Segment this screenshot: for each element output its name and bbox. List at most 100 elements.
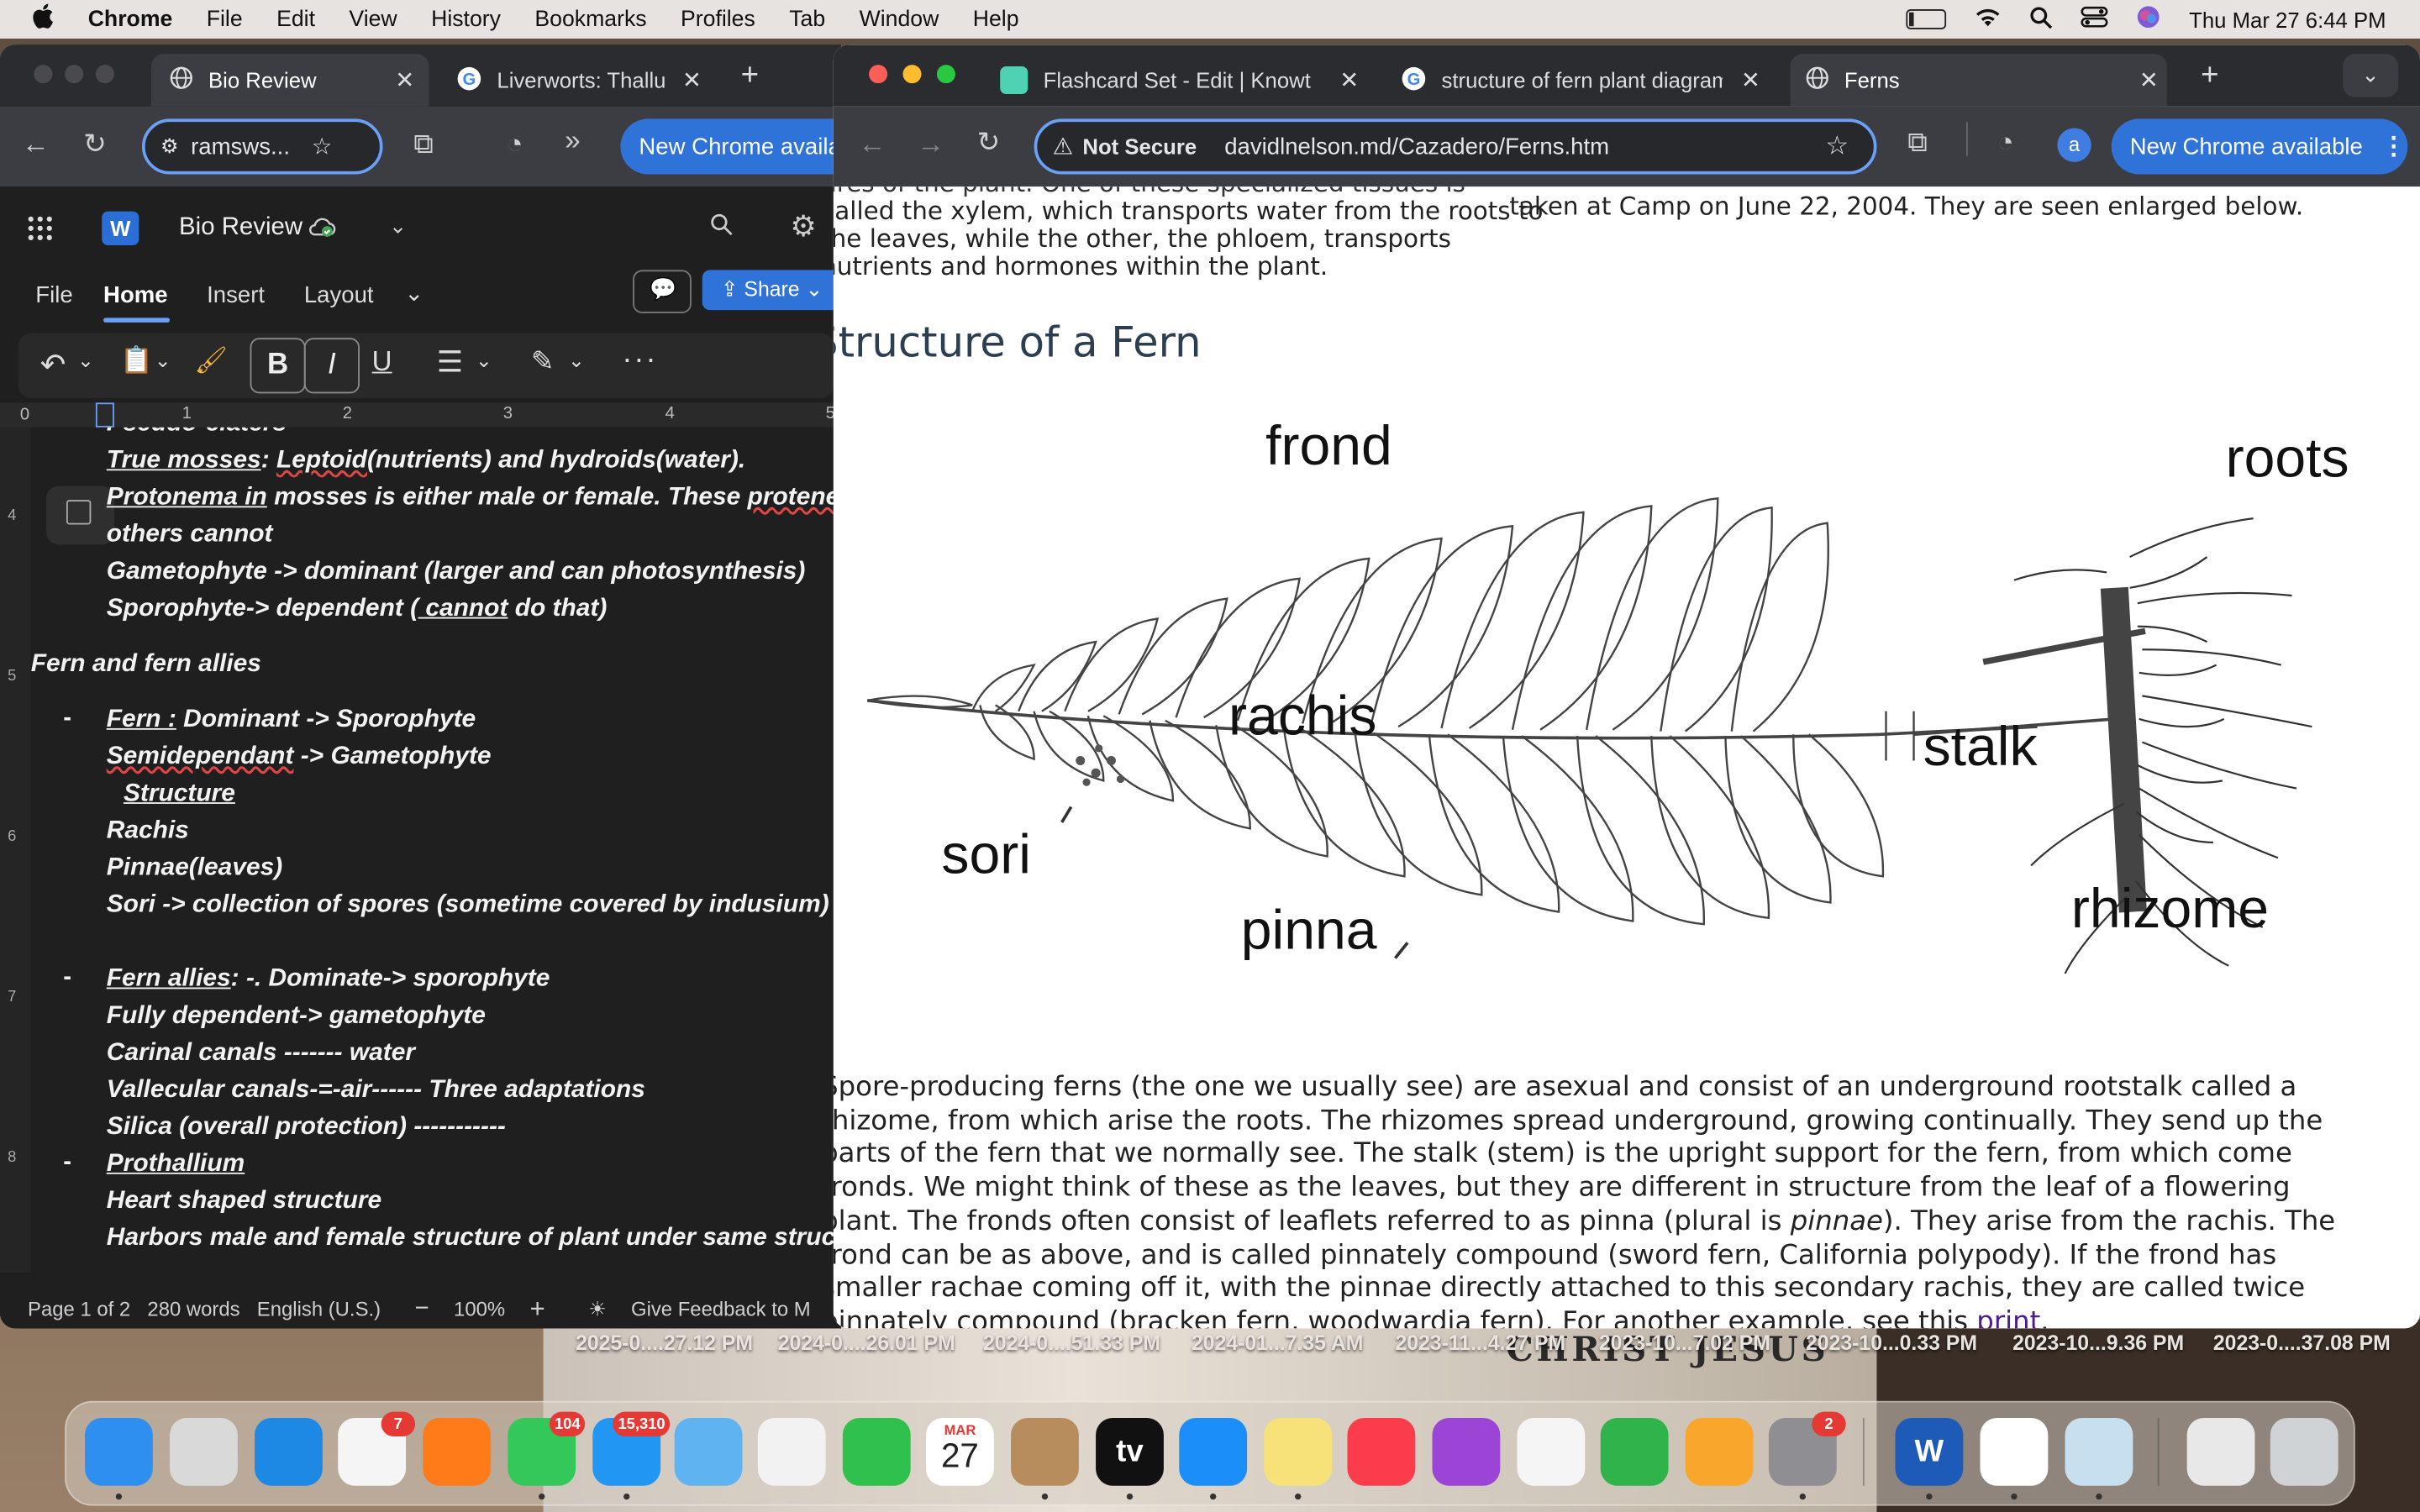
indent-marker[interactable] — [95, 402, 114, 428]
control-center-icon[interactable] — [2081, 6, 2109, 32]
site-settings-icon[interactable]: ⚙ — [160, 134, 178, 159]
menu-file[interactable]: File — [207, 7, 243, 31]
menu-edit[interactable]: Edit — [276, 7, 315, 31]
not-secure-label[interactable]: Not Secure — [1082, 134, 1197, 159]
desktop-file-label[interactable]: 2023-10...0.33 PM — [1806, 1331, 1977, 1355]
desktop-file-label[interactable]: 2023-11...4.27 PM — [1395, 1331, 1565, 1355]
word-count[interactable]: 280 words — [147, 1298, 239, 1321]
chevron-down-icon[interactable]: ⌄ — [155, 349, 171, 373]
dock-contacts-icon[interactable] — [1011, 1417, 1079, 1500]
menu-tab[interactable]: Tab — [789, 7, 825, 31]
close-tab-icon[interactable]: ✕ — [1741, 66, 1760, 94]
profile-avatar[interactable]: a — [2057, 128, 2091, 162]
more-options-icon[interactable]: ··· — [622, 343, 657, 378]
minimize-window-button[interactable] — [65, 65, 84, 84]
back-icon[interactable]: ← — [22, 128, 50, 160]
app-launcher-icon[interactable] — [26, 214, 54, 249]
dock-preview-icon[interactable] — [2065, 1417, 2133, 1500]
dock-trash-icon[interactable] — [2270, 1417, 2338, 1486]
bold-button[interactable]: B — [250, 338, 306, 394]
tab-bio-review[interactable]: Bio Review ✕ — [151, 54, 429, 107]
dock-notes-icon[interactable] — [1264, 1417, 1333, 1500]
dock-launchpad-icon[interactable] — [170, 1417, 238, 1486]
new-chrome-available-button[interactable]: New Chrome available ⋮ — [2111, 118, 2408, 175]
tab-fern-search[interactable]: G structure of fern plant diagram ✕ — [1389, 54, 1778, 106]
page-count[interactable]: Page 1 of 2 — [28, 1298, 130, 1321]
desktop-file-label[interactable]: 2023-10...9.36 PM — [2012, 1331, 2184, 1355]
minimize-window-button[interactable] — [902, 65, 922, 84]
language[interactable]: English (U.S.) — [257, 1298, 381, 1321]
menu-help[interactable]: Help — [973, 7, 1019, 31]
dock-safari-icon[interactable] — [255, 1417, 323, 1486]
dock-downloads-stack-icon[interactable] — [2186, 1417, 2255, 1486]
bookmark-star-icon[interactable]: ☆ — [312, 133, 333, 160]
editor-pen-icon[interactable]: ✎ — [531, 345, 555, 378]
dock-numbers-icon[interactable] — [1600, 1417, 1669, 1486]
performance-icon[interactable]: ◔ — [1997, 127, 2014, 160]
bookmark-star-icon[interactable]: ☆ — [1825, 131, 1849, 162]
back-icon[interactable]: ← — [858, 128, 886, 160]
undo-icon[interactable]: ↶ — [40, 345, 66, 384]
reload-icon[interactable]: ↻ — [977, 127, 1001, 160]
spotlight-search-icon[interactable] — [2030, 5, 2054, 33]
ribbon-tab-layout[interactable]: Layout — [304, 282, 374, 308]
apple-menu-icon[interactable] — [31, 3, 55, 36]
new-tab-icon[interactable]: + — [741, 59, 759, 94]
ribbon-tab-insert[interactable]: Insert — [207, 282, 265, 308]
dock-messages-icon[interactable]: 104 — [508, 1411, 586, 1500]
desktop-file-label[interactable]: 2024-0....26.01 PM — [778, 1331, 955, 1355]
menu-app-name[interactable]: Chrome — [88, 7, 173, 31]
close-tab-icon[interactable]: ✕ — [395, 66, 414, 94]
underline-button[interactable]: U — [372, 345, 392, 378]
dock-firefox-icon[interactable] — [423, 1417, 492, 1486]
reload-icon[interactable]: ↻ — [83, 128, 107, 160]
menu-bookmarks[interactable]: Bookmarks — [534, 7, 646, 31]
dock-finder-icon[interactable] — [85, 1417, 153, 1500]
zoom-window-button[interactable] — [95, 65, 114, 84]
tab-flashcard-set[interactable]: Flashcard Set - Edit | Knowt ✕ — [988, 54, 1377, 106]
italic-button[interactable]: I — [303, 338, 360, 394]
dock-photos-icon[interactable] — [757, 1417, 826, 1486]
menu-profiles[interactable]: Profiles — [681, 7, 755, 31]
align-icon[interactable]: ☰ — [437, 345, 463, 381]
dock-news-icon[interactable] — [1517, 1417, 1586, 1486]
dock-word-icon[interactable]: W — [1895, 1417, 1964, 1500]
dock-maps-icon[interactable] — [674, 1417, 743, 1486]
document-body[interactable]: 4 5 6 7 8 Pseudo-elaters True mosses: Le… — [0, 427, 842, 1273]
extensions-icon[interactable]: ⧉ — [413, 128, 434, 160]
dock-podcasts-icon[interactable] — [1432, 1417, 1501, 1486]
dock-facetime-icon[interactable] — [842, 1417, 911, 1486]
share-button[interactable]: ⇪ Share ⌄ — [702, 270, 842, 311]
new-chrome-available-button[interactable]: New Chrome availa — [620, 118, 842, 175]
dock-tv-icon[interactable]: tv — [1096, 1417, 1164, 1500]
zoom-level[interactable]: 100% — [454, 1298, 505, 1321]
tab-liverworts[interactable]: G Liverworts: Thallu ✕ — [439, 54, 717, 106]
url-field[interactable]: ⚙ ramsws... ☆ — [141, 118, 383, 175]
extensions-icon[interactable]: ⧉ — [1907, 127, 1928, 160]
dock-chrome-icon[interactable] — [1980, 1417, 2049, 1500]
format-painter-icon[interactable]: 🖌 — [194, 345, 228, 376]
zoom-out-icon[interactable]: − — [415, 1295, 429, 1323]
ribbon-tab-home[interactable]: Home — [103, 282, 168, 308]
search-icon[interactable] — [710, 213, 734, 244]
feedback-link[interactable]: Give Feedback to M — [631, 1298, 811, 1321]
print-link[interactable]: print — [1976, 1307, 2040, 1329]
url-field[interactable]: ⚠ Not Secure davidlnelson.md/Cazadero/Fe… — [1034, 118, 1877, 175]
zoom-window-button[interactable] — [936, 65, 955, 84]
menu-window[interactable]: Window — [860, 7, 939, 31]
close-tab-icon[interactable]: ✕ — [1339, 66, 1359, 94]
close-tab-icon[interactable]: ✕ — [682, 66, 702, 94]
wifi-icon[interactable] — [1975, 6, 2002, 32]
zoom-in-icon[interactable]: + — [530, 1294, 545, 1325]
forward-icon[interactable]: → — [917, 128, 944, 160]
desktop-file-label[interactable]: 2024-0....51.33 PM — [983, 1331, 1160, 1355]
battery-icon[interactable] — [1907, 9, 1947, 29]
feedback-icon[interactable]: ☀ — [588, 1297, 606, 1321]
performance-icon[interactable]: ◔ — [506, 128, 523, 160]
desktop-file-label[interactable]: 2023-10...7.02 PM — [1599, 1331, 1770, 1355]
ribbon-tab-file[interactable]: File — [35, 282, 72, 308]
more-tabs-icon[interactable]: » — [565, 125, 580, 158]
dock-calendar-icon[interactable]: MAR 27 — [926, 1417, 994, 1486]
chevron-down-icon[interactable]: ⌄ — [404, 279, 424, 307]
doc-title[interactable]: Bio Review — [179, 214, 302, 242]
